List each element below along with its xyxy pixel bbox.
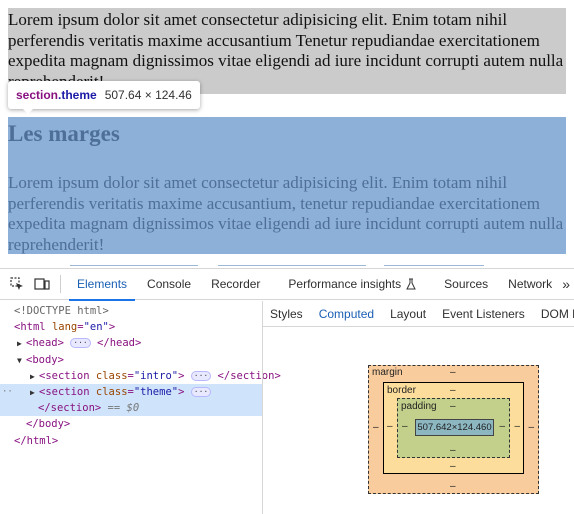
more-tabs-icon[interactable]: » xyxy=(562,276,570,292)
collapsed-ellipsis[interactable]: ··· xyxy=(190,370,212,381)
dom-body[interactable]: ▼ <body> xyxy=(0,352,262,368)
inspect-element-icon[interactable] xyxy=(9,276,25,292)
dom-html-close[interactable]: </html> xyxy=(0,433,262,449)
sidebar-subtabs: Styles Computed Layout Event Listeners D… xyxy=(263,301,574,327)
collapse-triangle-icon[interactable]: ▼ xyxy=(17,353,26,369)
devtools-tabbar: Elements Console Recorder Performance in… xyxy=(0,269,574,301)
ghost-edge xyxy=(70,265,198,266)
html-close-tag: </html> xyxy=(14,434,59,447)
margin-top-value: – xyxy=(450,367,456,378)
node-actions-icon[interactable]: ·· xyxy=(2,384,13,400)
subtab-dom-breakpoints[interactable]: DOM Br xyxy=(533,301,574,326)
border-bottom-value: – xyxy=(450,461,456,472)
tab-recorder[interactable]: Recorder xyxy=(203,269,268,300)
tooltip-class: .theme xyxy=(58,88,97,102)
subtab-styles[interactable]: Styles xyxy=(263,301,311,326)
border-label: border xyxy=(387,385,416,396)
html-lang-attr: lang xyxy=(51,321,78,334)
class-value-intro: "intro" xyxy=(133,369,179,382)
expand-triangle-icon[interactable]: ▶ xyxy=(30,369,39,385)
ghost-edge xyxy=(384,265,484,266)
margin-right-value: – xyxy=(528,422,534,433)
html-lang-value: "en" xyxy=(83,321,109,334)
dom-doctype[interactable]: <!DOCTYPE html> xyxy=(0,303,262,319)
tooltip-tag: section xyxy=(16,88,59,102)
elements-tree: <!DOCTYPE html> <html lang="en"> ▶ <head>… xyxy=(0,301,281,514)
tab-elements[interactable]: Elements xyxy=(69,269,136,301)
border-left-value: – xyxy=(387,421,393,432)
doctype-text: <!DOCTYPE html> xyxy=(14,305,109,317)
selected-node-marker: == $0 xyxy=(107,402,140,415)
class-attr: class xyxy=(95,385,128,398)
gt-sign: > xyxy=(178,385,185,398)
border-right-value: – xyxy=(514,421,520,432)
theme-heading: Les marges xyxy=(8,121,120,146)
expand-triangle-icon[interactable]: ▶ xyxy=(17,336,26,352)
gt-sign: > xyxy=(108,321,116,334)
subtab-computed[interactable]: Computed xyxy=(310,301,383,326)
subtab-event-listeners[interactable]: Event Listeners xyxy=(434,301,533,326)
head-close-tag: </head> xyxy=(97,337,142,350)
styles-sidebar: Styles Computed Layout Event Listeners D… xyxy=(263,301,574,514)
body-open-tag: <body> xyxy=(26,353,64,366)
tab-network[interactable]: Network xyxy=(500,269,560,300)
ghost-edge xyxy=(218,265,366,266)
margin-label: margin xyxy=(372,367,403,378)
section-open-tag: <section xyxy=(39,385,90,398)
devtools-panel: Elements Console Recorder Performance in… xyxy=(0,268,574,514)
flask-icon xyxy=(406,278,416,290)
class-value-theme: "theme" xyxy=(133,385,179,398)
class-attr: class xyxy=(95,369,128,382)
dom-html[interactable]: <html lang="en"> xyxy=(0,319,262,335)
html-open-tag: <html xyxy=(14,321,46,334)
page-preview: Lorem ipsum dolor sit amet consectetur a… xyxy=(0,0,574,268)
padding-label: padding xyxy=(401,401,437,412)
dom-section-theme-close[interactable]: </section> == $0 xyxy=(0,400,262,417)
element-inspect-tooltip: section.theme 507.64 × 124.46 xyxy=(8,81,200,114)
dom-head[interactable]: ▶ <head> ··· </head> xyxy=(0,335,262,351)
margin-bottom-value: – xyxy=(450,481,456,492)
dom-section-intro[interactable]: ▶ <section class="intro"> ··· </section> xyxy=(0,368,281,385)
dom-body-close[interactable]: </body> xyxy=(0,416,262,432)
padding-left-value: – xyxy=(402,421,408,432)
padding-top-value: – xyxy=(450,401,456,412)
head-open-tag: <head> xyxy=(26,337,64,350)
tooltip-selector: section.theme xyxy=(16,88,97,102)
collapsed-ellipsis[interactable]: ··· xyxy=(190,386,212,397)
section-open-tag: <section xyxy=(39,369,90,382)
tab-performance-insights-label: Performance insights xyxy=(288,277,402,291)
dom-section-theme-selected[interactable]: ·· ▶ <section class="theme"> ··· xyxy=(0,383,262,401)
subtab-layout[interactable]: Layout xyxy=(382,301,434,326)
tab-performance-insights[interactable]: Performance insights xyxy=(280,269,424,300)
section-close-tag: </section> xyxy=(38,402,102,415)
collapsed-ellipsis[interactable]: ··· xyxy=(70,338,91,349)
border-top-value: – xyxy=(450,385,456,396)
tab-console[interactable]: Console xyxy=(139,269,199,300)
theme-section-highlighted: Les marges Lorem ipsum dolor sit amet co… xyxy=(8,117,566,254)
toolbar-separator xyxy=(60,275,61,293)
box-model-content-size[interactable]: 507.642×124.460 xyxy=(415,419,494,436)
expand-triangle-icon[interactable]: ▶ xyxy=(30,385,39,401)
tooltip-arrow xyxy=(22,108,34,114)
tooltip-size: 507.64 × 124.46 xyxy=(104,88,192,102)
theme-paragraph: Lorem ipsum dolor sit amet consectetur a… xyxy=(8,173,564,254)
margin-left-value: – xyxy=(373,422,379,433)
gt-sign: > xyxy=(178,369,185,382)
tab-sources[interactable]: Sources xyxy=(436,269,496,300)
device-toggle-icon[interactable] xyxy=(34,276,50,292)
padding-right-value: – xyxy=(499,421,505,432)
body-close-tag: </body> xyxy=(26,418,71,431)
padding-bottom-value: – xyxy=(450,445,456,456)
